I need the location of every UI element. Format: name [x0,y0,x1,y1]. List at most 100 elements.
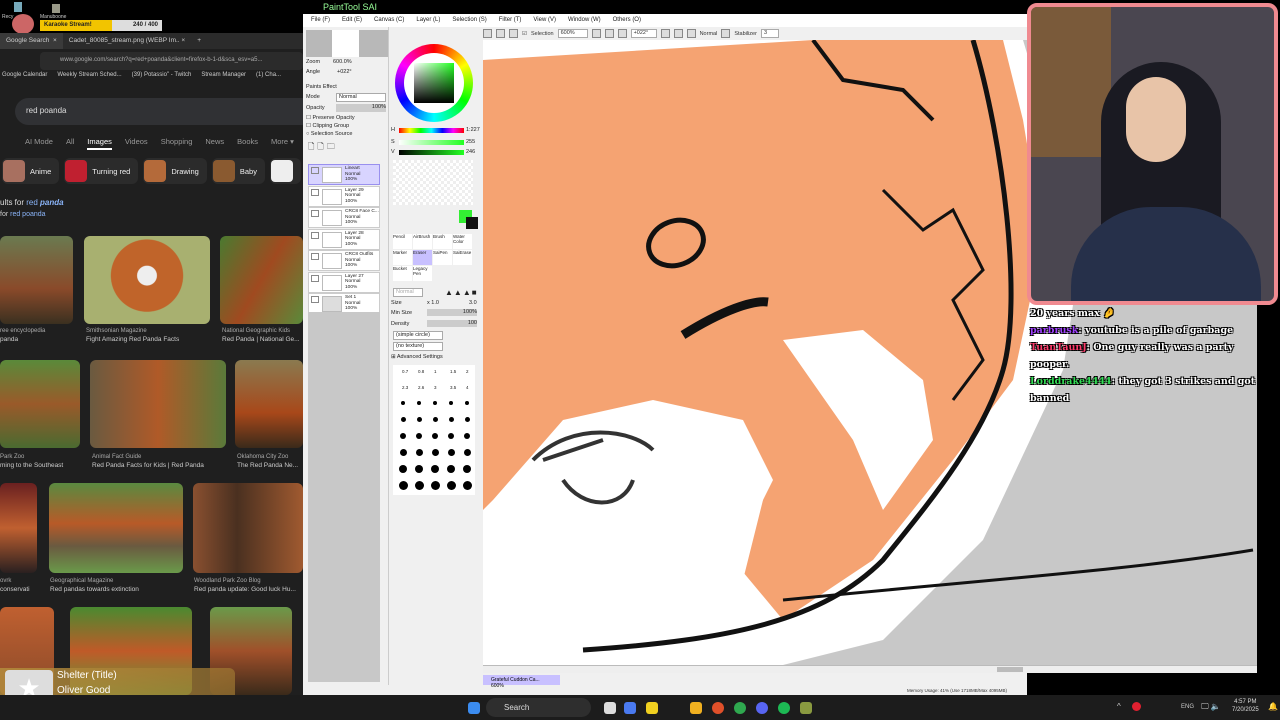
search-instead-link[interactable]: red poanda [10,211,45,218]
blend-mode[interactable]: Normal [700,31,718,37]
tool-bucket[interactable]: Bucket [393,266,412,281]
tool-saierase[interactable]: SaiErase [453,250,472,265]
brush-size-preset[interactable] [416,417,422,422]
brush-size-preset[interactable]: 3.5 [450,385,464,390]
result-image[interactable] [0,483,37,573]
rotate-button[interactable] [660,29,670,38]
menu-view[interactable]: View (V) [533,17,556,24]
brush-texture-select[interactable]: (no texture) [393,342,443,351]
tool-brush[interactable]: Brush [433,234,452,249]
brush-size-preset[interactable] [417,401,421,405]
rotate-button[interactable] [673,29,683,38]
chip-baby[interactable]: Baby [211,158,265,184]
brush-shape-select[interactable]: (simple circle) [393,331,443,340]
brush-size-preset[interactable] [462,481,472,490]
bookmark[interactable]: (39) Potassio" - Twitch [132,72,192,78]
min-size-slider[interactable]: 100% [427,309,477,316]
tool-pencil[interactable]: Pencil [393,234,412,249]
nav-angle-value[interactable]: +022° [337,69,352,75]
brush-size-preset[interactable] [416,433,422,439]
task-view-icon[interactable] [604,702,616,714]
layer-row[interactable]: Layer 29 Normal 100% [308,185,380,207]
tool-saipen[interactable]: SaiPen [433,250,452,265]
caption-title[interactable]: Red panda update: Good luck Hu... [194,586,296,593]
music-file-icon[interactable] [52,4,60,13]
value-slider[interactable] [399,150,464,155]
bookmark[interactable]: Google Calendar [2,72,47,78]
chip-turning-red[interactable]: Turning red [64,158,139,184]
bookmark[interactable]: Stream Manager [201,72,246,78]
density-slider[interactable]: 100 [427,320,477,327]
brush-size-preset[interactable] [400,433,406,439]
tab-more[interactable]: More ▾ [271,137,294,150]
sticky-notes-icon[interactable] [646,702,658,714]
result-image[interactable] [90,360,226,448]
taskbar-search[interactable]: Search [486,698,591,717]
brush-size-preset[interactable] [432,433,438,439]
brush-mode[interactable]: Normal [393,288,423,297]
brush-size-preset[interactable]: 1 [434,369,448,374]
toolbar-button[interactable] [496,29,505,38]
brush-size-preset[interactable] [448,417,454,422]
tab-books[interactable]: Books [237,137,258,150]
brush-size-preset[interactable] [430,481,440,490]
tab-google-search[interactable]: Google Search × [0,33,63,49]
zoom-reset-button[interactable] [617,29,627,38]
recycle-bin-icon[interactable] [14,2,22,12]
tab-all[interactable]: All [66,137,74,150]
brush-size-preset[interactable] [446,481,456,490]
navigator-preview[interactable] [306,30,388,57]
caption-title[interactable]: Fight Amazing Red Panda Facts [86,336,179,343]
chat-username[interactable]: Lorddrake4444 [1030,376,1112,387]
clock[interactable]: 4:57 PM 7/20/2025 [1232,698,1259,714]
selection-source-checkbox[interactable]: ○ Selection Source [306,131,352,137]
chat-username[interactable]: parbrusk [1030,325,1078,336]
brush-size-preset[interactable] [401,401,405,405]
brush-size-preset[interactable]: 2.3 [402,385,416,390]
layer-row[interactable]: Lineart Normal 100% [308,164,380,185]
brush-size-preset[interactable] [448,433,454,439]
menu-canvas[interactable]: Canvas (C) [374,17,404,24]
zoom-out-button[interactable] [591,29,601,38]
chrome-icon[interactable] [734,702,746,714]
search-input[interactable]: red poanda [15,98,303,125]
menu-selection[interactable]: Selection (S) [452,17,486,24]
menu-layer[interactable]: Layer (L) [416,17,440,24]
angle-field[interactable]: +022° [630,29,657,38]
close-icon[interactable]: × [53,37,57,44]
tab-shopping[interactable]: Shopping [161,137,193,150]
document-tab[interactable]: Grateful Cuddon Ca... 600% [483,675,560,689]
brush-size-preset[interactable] [465,401,469,405]
file-explorer-icon[interactable] [690,702,702,714]
layer-row[interactable]: CRC8 Face C... Normal 100% [308,207,380,228]
menu-window[interactable]: Window (W) [568,17,601,24]
brush-size-preset[interactable] [464,433,470,439]
caption-title[interactable]: Red Panda | National Ge... [222,336,300,343]
brush-size-preset[interactable] [464,417,470,422]
brush-size-preset[interactable] [398,481,408,490]
visibility-icon[interactable] [311,167,319,174]
tray-overflow-icon[interactable]: ^ [1117,702,1121,711]
brush-size-preset[interactable] [399,465,407,473]
caption-title[interactable]: Red Panda Facts for Kids | Red Panda [92,462,204,469]
new-tab-button[interactable]: + [191,33,207,49]
tab-images[interactable]: Images [87,137,112,150]
preserve-opacity-checkbox[interactable]: ☐ Preserve Opacity [306,115,355,121]
brush-size-preset[interactable] [447,465,455,473]
swatch-area[interactable] [393,160,473,205]
caption-title[interactable]: conservati [0,586,30,593]
result-image[interactable] [0,236,73,324]
layer-row[interactable]: Layer 27 Normal 100% [308,271,380,293]
menu-others[interactable]: Others (O) [613,17,641,24]
bookmark[interactable]: Weekly Stream Sched... [57,72,121,78]
sai-app-icon[interactable] [800,702,812,714]
secondary-color-swatch[interactable] [466,217,478,229]
discord-icon[interactable] [756,702,768,714]
chip-drawing[interactable]: Drawing [143,158,207,184]
hue-slider[interactable] [399,128,464,133]
result-image[interactable] [193,483,303,573]
bookmark[interactable]: (1) Cha... [256,72,281,78]
record-icon[interactable] [1132,702,1141,711]
clipping-group-checkbox[interactable]: ☐ Clipping Group [306,123,349,129]
rotate-button[interactable] [686,29,696,38]
